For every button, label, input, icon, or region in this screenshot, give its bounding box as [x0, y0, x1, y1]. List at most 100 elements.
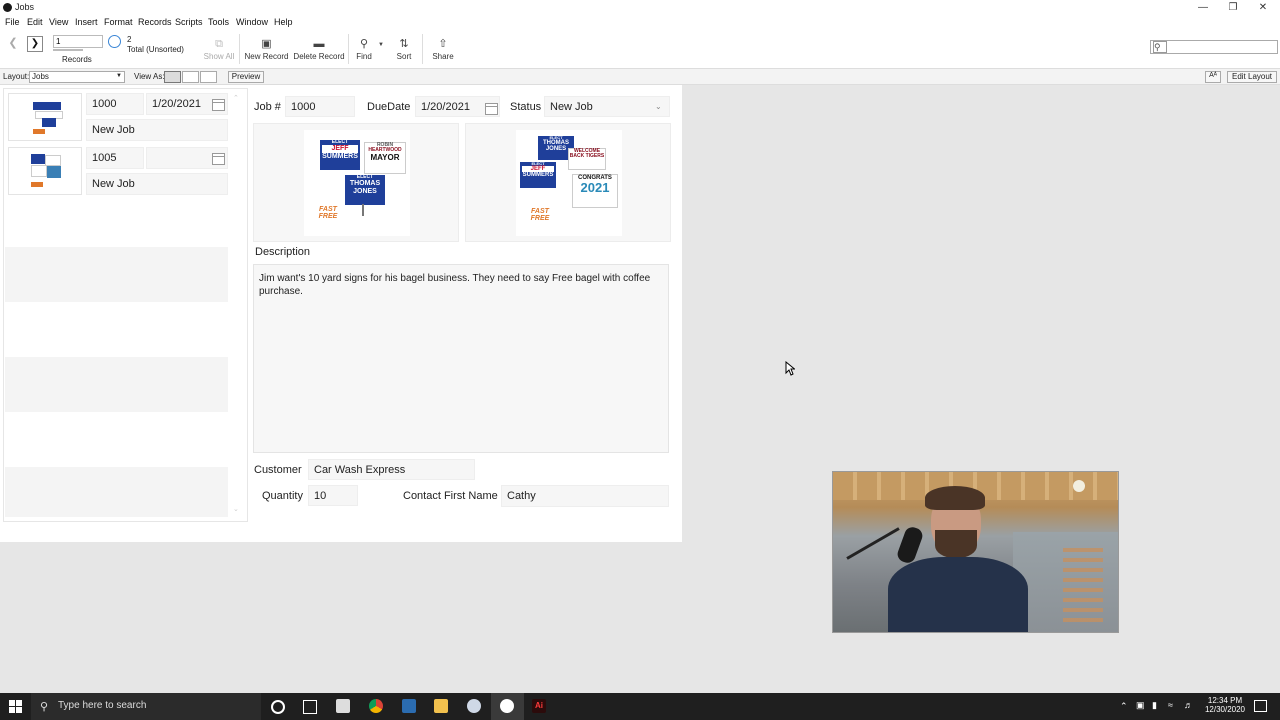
- sort-icon: ⇅: [399, 38, 409, 50]
- quick-find-input[interactable]: ⚲: [1150, 40, 1278, 54]
- contact-first-name-label: Contact First Name: [403, 490, 498, 502]
- share-icon: ⇧: [438, 38, 448, 50]
- illustrator-icon[interactable]: Ai: [532, 699, 546, 713]
- contact-first-name-field[interactable]: Cathy: [501, 485, 669, 507]
- filemaker-icon: [3, 3, 12, 12]
- sign-jeff-summers: ELECT JEFF SUMMERS: [320, 139, 360, 170]
- menu-edit[interactable]: Edit: [27, 17, 43, 27]
- scroll-up-icon[interactable]: ⌃: [233, 94, 239, 102]
- paint-icon[interactable]: [467, 699, 481, 713]
- show-all-button[interactable]: ⧉ Show All: [200, 36, 238, 61]
- windows-taskbar: ⚲ Type here to search Ai ⌃ ▣ ▮ ≈ ♬ 12:34…: [0, 693, 1280, 720]
- edit-layout-button[interactable]: Edit Layout: [1227, 71, 1277, 83]
- image-container-2[interactable]: ELECT THOMAS JONES WELCOME BACK TIGERS E…: [465, 123, 671, 242]
- maximize-button[interactable]: ❐: [1218, 0, 1248, 16]
- taskbar-search-placeholder: Type here to search: [58, 700, 147, 711]
- job-number-field[interactable]: 1000: [285, 96, 355, 117]
- network-icon[interactable]: ≈: [1168, 700, 1173, 710]
- calendar-icon[interactable]: [212, 99, 225, 111]
- sort-button[interactable]: ⇅ Sort: [392, 36, 416, 61]
- list-status[interactable]: New Job: [86, 173, 228, 195]
- format-bar-button[interactable]: Aᴬ: [1205, 71, 1221, 83]
- show-all-label: Show All: [203, 52, 235, 61]
- menu-records[interactable]: Records: [138, 17, 172, 27]
- separator: [239, 34, 240, 64]
- view-as-table-button[interactable]: [200, 71, 217, 83]
- quantity-field[interactable]: 10: [308, 485, 358, 506]
- previous-record-button[interactable]: ❮: [5, 36, 21, 52]
- preview-button[interactable]: Preview: [228, 71, 264, 83]
- layout-select[interactable]: Jobs ▼: [29, 71, 125, 83]
- empty-portal-row: [5, 467, 228, 517]
- menu-format[interactable]: Format: [104, 17, 133, 27]
- next-record-button[interactable]: ❯: [27, 36, 43, 52]
- description-field[interactable]: Jim want's 10 yard signs for his bagel b…: [253, 264, 669, 453]
- calendar-icon[interactable]: [485, 103, 498, 115]
- new-record-button[interactable]: ▣ New Record: [243, 36, 290, 61]
- delete-record-button[interactable]: ▬ Delete Record: [292, 36, 346, 61]
- mouse-cursor-icon: [785, 361, 795, 376]
- due-date-label: DueDate: [367, 101, 411, 113]
- find-button[interactable]: ⚲ Find: [352, 36, 376, 61]
- calendar-icon[interactable]: [212, 153, 225, 165]
- cortana-icon[interactable]: [271, 700, 285, 714]
- list-item[interactable]: 1000 1/20/2021 New Job: [8, 93, 228, 141]
- delete-record-label: Delete Record: [293, 52, 345, 61]
- close-button[interactable]: ✕: [1248, 0, 1278, 16]
- record-number-input[interactable]: [53, 35, 103, 48]
- filemaker-icon[interactable]: [500, 699, 514, 713]
- share-button[interactable]: ⇧ Share: [430, 36, 456, 61]
- job-list-portal: 1000 1/20/2021 New Job 1005 New Job ⌃ ⌄: [3, 88, 248, 522]
- chevron-down-icon[interactable]: ⌄: [655, 102, 662, 111]
- view-as-form-button[interactable]: [164, 71, 181, 83]
- menu-insert[interactable]: Insert: [75, 17, 98, 27]
- customer-field[interactable]: Car Wash Express: [308, 459, 475, 480]
- quantity-label: Quantity: [262, 490, 303, 502]
- share-label: Share: [432, 52, 454, 61]
- list-item[interactable]: 1005 New Job: [8, 147, 228, 195]
- sign-jeff-summers: ELECT JEFF SUMMERS: [520, 161, 556, 188]
- taskbar-search-box[interactable]: ⚲ Type here to search: [31, 693, 261, 720]
- computer-app-icon[interactable]: [336, 699, 350, 713]
- calculator-icon[interactable]: [402, 699, 416, 713]
- sign-thomas-jones: ELECT THOMAS JONES: [344, 174, 386, 206]
- chrome-icon[interactable]: [369, 699, 383, 713]
- menu-view[interactable]: View: [49, 17, 68, 27]
- chevron-down-icon: ▼: [116, 73, 122, 79]
- empty-portal-row: [5, 247, 228, 302]
- windows-start-icon[interactable]: [9, 700, 22, 713]
- pie-chart-icon: [108, 35, 121, 48]
- volume-icon[interactable]: ♬: [1184, 700, 1193, 710]
- fast-free-logo: FAST FREE: [318, 206, 338, 221]
- view-as-list-button[interactable]: [182, 71, 199, 83]
- record-slider[interactable]: [53, 49, 83, 51]
- find-dropdown-arrow-icon[interactable]: ▼: [378, 42, 384, 48]
- menu-file[interactable]: File: [5, 17, 20, 27]
- sign-robin-heartwood: ROBIN HEARTWOOD MAYOR: [364, 142, 406, 174]
- status-field[interactable]: New Job: [544, 96, 670, 117]
- battery-icon[interactable]: ▮: [1152, 700, 1157, 711]
- menu-scripts[interactable]: Scripts: [175, 17, 203, 27]
- menu-tools[interactable]: Tools: [208, 17, 229, 27]
- job-thumbnail: [8, 93, 82, 141]
- find-label: Find: [356, 52, 372, 61]
- scroll-down-icon[interactable]: ⌄: [233, 505, 239, 513]
- task-view-icon[interactable]: [303, 700, 317, 714]
- notifications-icon[interactable]: [1254, 700, 1267, 712]
- list-job-number[interactable]: 1005: [86, 147, 144, 169]
- new-record-icon: ▣: [261, 38, 272, 50]
- menu-window[interactable]: Window: [236, 17, 268, 27]
- image-container-1[interactable]: ELECT JEFF SUMMERS ROBIN HEARTWOOD MAYOR…: [253, 123, 459, 242]
- title-bar: Jobs — ❐ ✕: [0, 0, 1280, 16]
- status-label: Status: [510, 101, 542, 113]
- menu-bar: File Edit View Insert Format Records Scr…: [0, 16, 1280, 30]
- list-status[interactable]: New Job: [86, 119, 228, 141]
- empty-portal-row: [5, 357, 228, 412]
- show-hidden-icons-icon[interactable]: ⌃: [1120, 701, 1128, 712]
- meet-now-icon[interactable]: ▣: [1136, 700, 1145, 711]
- menu-help[interactable]: Help: [274, 17, 293, 27]
- list-job-number[interactable]: 1000: [86, 93, 144, 115]
- file-explorer-icon[interactable]: [434, 699, 448, 713]
- clock[interactable]: 12:34 PM 12/30/2020: [1203, 696, 1247, 714]
- minimize-button[interactable]: —: [1188, 0, 1218, 16]
